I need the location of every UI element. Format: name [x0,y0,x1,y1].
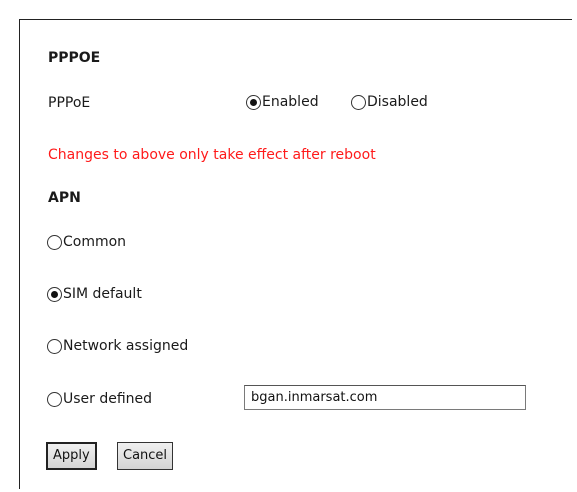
pppoe-disabled-label: Disabled [367,94,428,110]
apn-common-radio[interactable] [47,234,62,250]
apn-common-label: Common [63,234,127,250]
apn-user-defined-label: User defined [63,391,153,407]
apn-network-assigned-radio[interactable] [47,338,62,354]
pppoe-disabled-option[interactable]: Disabled [351,94,428,110]
user-defined-apn-input[interactable] [244,385,526,410]
pppoe-disabled-radio[interactable] [351,94,366,110]
pppoe-enabled-label: Enabled [262,94,319,110]
pppoe-label: PPPoE [48,95,91,111]
apn-network-assigned-option[interactable]: Network assigned [47,338,188,354]
pppoe-heading: PPPOE [48,50,101,66]
settings-panel: PPPOE PPPoE Enabled Disabled Changes to … [19,19,572,489]
apn-user-defined-radio[interactable] [47,391,62,407]
apn-sim-default-radio[interactable] [47,286,62,302]
apn-network-assigned-label: Network assigned [63,338,189,354]
apply-button[interactable]: Apply [46,442,97,470]
apn-heading: APN [48,190,81,206]
pppoe-enabled-option[interactable]: Enabled [246,94,319,110]
reboot-warning: Changes to above only take effect after … [48,147,376,163]
pppoe-enabled-radio[interactable] [246,94,261,110]
cancel-button[interactable]: Cancel [117,442,174,470]
apn-sim-default-label: SIM default [63,286,142,302]
apn-user-defined-option[interactable]: User defined [47,391,152,407]
apn-common-option[interactable]: Common [47,234,126,250]
apn-sim-default-option[interactable]: SIM default [47,286,142,302]
